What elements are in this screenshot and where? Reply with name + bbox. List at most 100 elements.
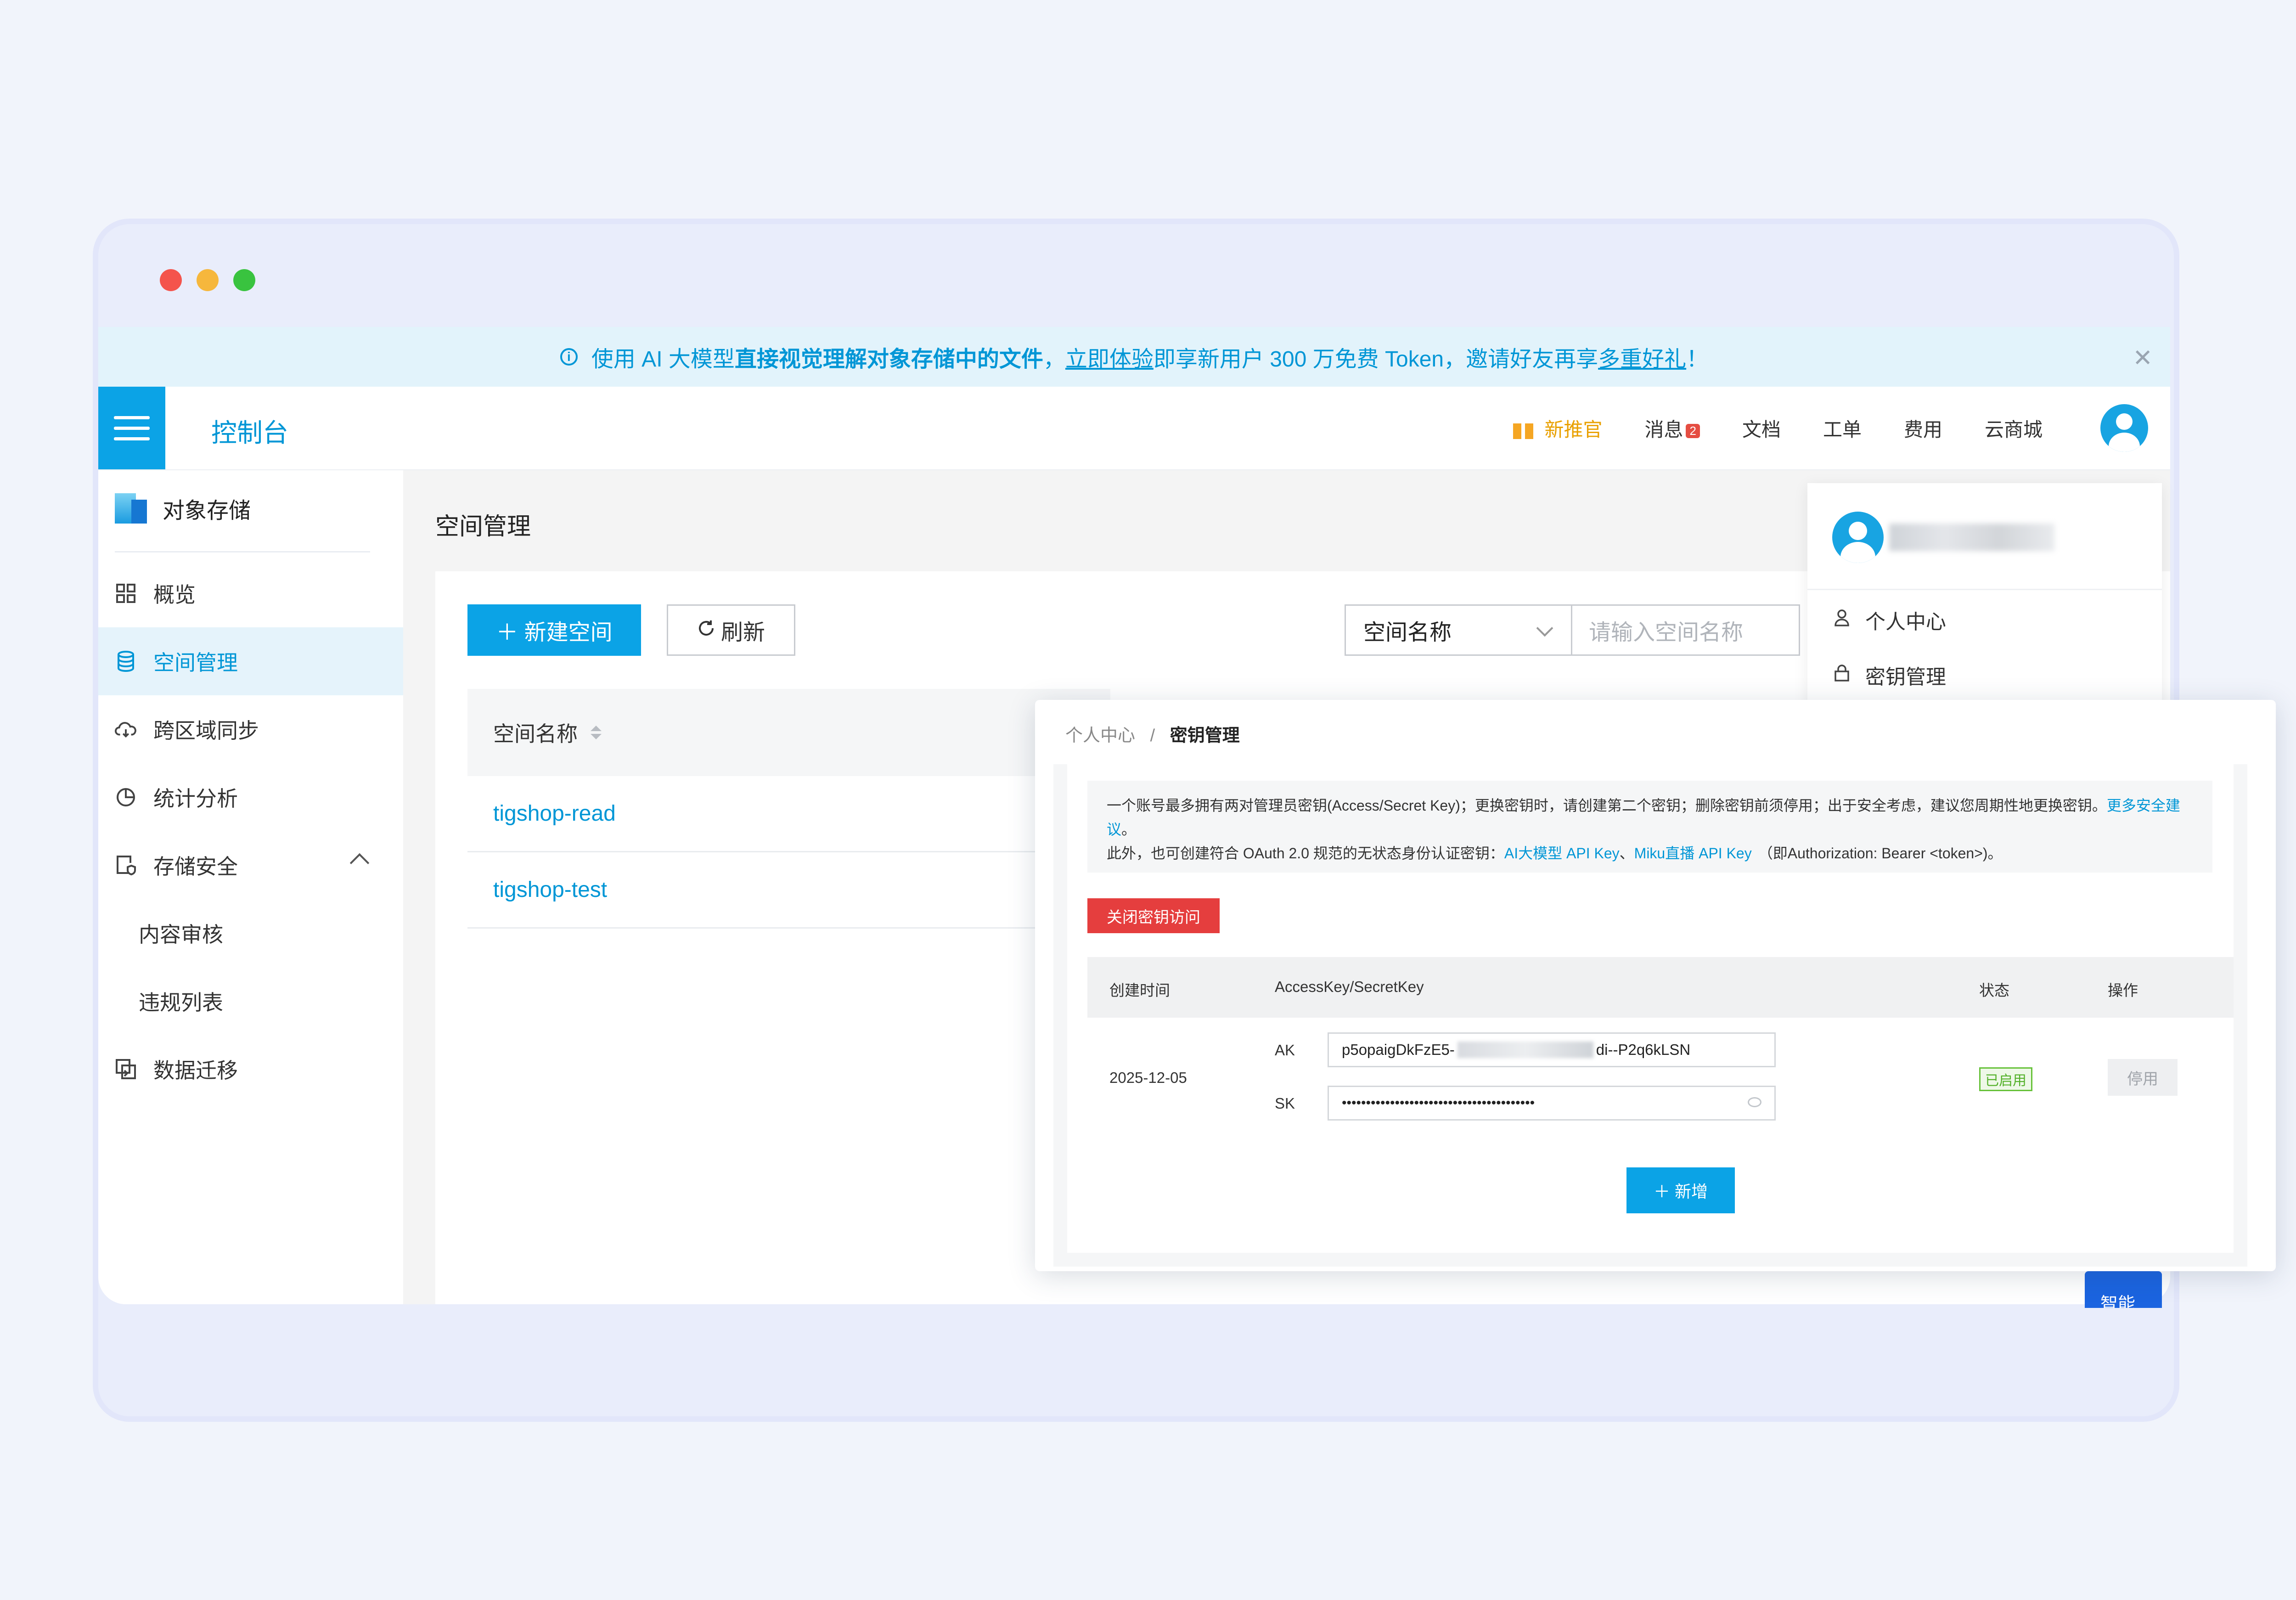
key-management-panel: 个人中心 / 密钥管理 一个账号最多拥有两对管理员密钥(Access/Secre… [1035,700,2276,1271]
dropdown-avatar [1832,512,1884,563]
sidebar-item-storage-security[interactable]: 存储安全 [98,831,403,899]
banner-text-suffix: ！ [1686,347,1709,372]
sk-label: SK [1275,1095,1295,1112]
sidebar-item-label: 跨区域同步 [153,719,259,743]
banner-gift-link[interactable]: 多重好礼 [1598,341,1686,373]
close-icon[interactable]: ✕ [2133,344,2153,372]
sidebar-item-overview[interactable]: 概览 [98,559,403,627]
table-row: tigshop-read [467,776,1110,852]
filter-select-value: 空间名称 [1363,620,1452,645]
gift-icon [1513,417,1534,439]
page-title: 空间管理 [435,513,531,540]
sidebar-item-statistics[interactable]: 统计分析 [98,763,403,831]
banner-text-middle: 即享新用户 300 万免费 Token，邀请好友再享 [1153,347,1598,372]
banner-text-prefix: 使用 AI 大模型 [591,347,735,372]
sidebar-product-header: 对象存储 [115,492,251,524]
column-created: 创建时间 [1109,982,1170,999]
column-header-name[interactable]: 空间名称 [493,717,578,748]
chevron-down-icon [1536,620,1553,637]
sidebar-item-label: 违规列表 [139,991,223,1014]
user-icon [1834,608,1850,631]
sidebar-item-label: 存储安全 [153,855,238,879]
lock-icon [1834,664,1850,687]
close-key-access-button[interactable]: 关闭密钥访问 [1087,898,1220,933]
column-actions: 操作 [2108,982,2138,999]
filter-select[interactable]: 空间名称 [1345,604,1572,656]
sidebar-item-label: 概览 [153,583,196,607]
sidebar-item-buckets[interactable]: 空间管理 [98,627,403,695]
messages-badge: 2 [1686,423,1700,438]
new-bucket-button[interactable]: ＋ 新建空间 [467,604,641,656]
dropdown-item-key-management[interactable]: 密钥管理 [1834,660,1946,690]
window-close-dot[interactable] [160,269,182,291]
dropdown-item-personal-center[interactable]: 个人中心 [1834,605,1946,635]
user-avatar[interactable] [2100,404,2148,452]
promo-label: 新推官 [1544,418,1603,440]
notice-line2-end: （即Authorization: Bearer <token>)。 [1758,845,2003,862]
promo-link[interactable]: 新推官 [1513,414,1602,442]
breadcrumb-parent[interactable]: 个人中心 [1065,726,1135,745]
access-key-field[interactable]: p5opaigDkFzE5- di--P2q6kLSN [1328,1032,1776,1067]
dropdown-item-label: 密钥管理 [1865,666,1946,688]
ak-label: AK [1275,1042,1295,1059]
refresh-button[interactable]: 刷新 [667,604,795,656]
notice-line2: 此外，也可创建符合 OAuth 2.0 规范的无状态身份认证密钥： [1107,845,1504,862]
sidebar-item-content-review[interactable]: 内容审核 [98,899,444,967]
user-dropdown: 个人中心 密钥管理 [1807,483,2162,713]
key-card: 一个账号最多拥有两对管理员密钥(Access/Secret Key)；更换密钥时… [1067,764,2234,1253]
banner-text-sep: ， [1043,347,1065,372]
sidebar-divider [115,551,370,552]
created-date: 2025-12-05 [1109,1069,1187,1086]
ai-api-key-link[interactable]: AI大模型 API Key [1504,845,1620,862]
breadcrumb-separator: / [1150,726,1155,745]
sidebar-item-label: 统计分析 [153,787,238,811]
notice-separator: 、 [1619,845,1634,862]
window-minimize-dot[interactable] [197,269,219,291]
column-status: 状态 [1979,982,2009,999]
sort-icon[interactable] [591,726,602,739]
refresh-label: 刷新 [720,620,765,645]
table-row: tigshop-test [467,852,1110,929]
assistant-button[interactable]: 智能 [2085,1271,2162,1308]
bucket-link[interactable]: tigshop-read [493,801,616,826]
grid-icon [115,582,137,604]
ak-suffix: di--P2q6kLSN [1596,1041,1691,1058]
breadcrumb-current: 密钥管理 [1170,726,1240,745]
search-input[interactable]: 请输入空间名称 [1570,604,1800,656]
top-navbar: 控制台 新推官 消息 2 文档 工单 费用 云商城 [98,387,2170,470]
miku-api-key-link[interactable]: Miku直播 API Key [1634,845,1752,862]
tickets-link[interactable]: 工单 [1823,414,1862,442]
console-title[interactable]: 控制台 [211,412,288,450]
window-maximize-dot[interactable] [233,269,255,291]
dropdown-divider [1807,589,2162,590]
bucket-link[interactable]: tigshop-test [493,877,607,902]
add-key-button[interactable]: ＋ 新增 [1626,1167,1735,1213]
promo-banner: i 使用 AI 大模型 直接视觉理解对象存储中的文件 ， 立即体验 即享新用户 … [98,327,2170,387]
disable-button[interactable]: 停用 [2108,1059,2178,1096]
sidebar-item-label: 数据迁移 [153,1059,238,1082]
key-panel-body: 一个账号最多拥有两对管理员密钥(Access/Secret Key)；更换密钥时… [1053,764,2247,1267]
hamburger-menu-button[interactable] [98,387,165,469]
key-table-row: 2025-12-05 AK p5opaigDkFzE5- di--P2q6kLSN… [1087,1018,2234,1137]
messages-link[interactable]: 消息 2 [1644,414,1700,442]
column-keys: AccessKey/SecretKey [1275,978,1424,995]
banner-try-link[interactable]: 立即体验 [1065,341,1154,373]
migration-icon [115,1058,137,1080]
marketplace-link[interactable]: 云商城 [1985,414,2043,442]
banner-text-bold: 直接视觉理解对象存储中的文件 [734,347,1043,372]
billing-link[interactable]: 费用 [1904,414,1942,442]
docs-link[interactable]: 文档 [1742,414,1781,442]
secret-key-field[interactable]: •••••••••••••••••••••••••••••••••••••••• [1328,1086,1776,1121]
sidebar-item-data-migration[interactable]: 数据迁移 [98,1035,403,1103]
sidebar-item-violation-list[interactable]: 违规列表 [98,967,444,1035]
eye-off-icon[interactable] [1748,1097,1761,1107]
shield-doc-icon [115,854,137,876]
sidebar-item-label: 空间管理 [153,651,238,675]
breadcrumb: 个人中心 / 密钥管理 [1065,721,1240,746]
top-nav: 新推官 消息 2 文档 工单 费用 云商城 [1513,387,2043,469]
key-table-header: 创建时间 AccessKey/SecretKey 状态 操作 [1087,957,2234,1018]
info-icon: i [560,348,578,366]
pie-chart-icon [115,786,137,808]
sidebar-item-cross-region-sync[interactable]: 跨区域同步 [98,695,403,763]
chevron-up-icon[interactable] [349,853,370,873]
